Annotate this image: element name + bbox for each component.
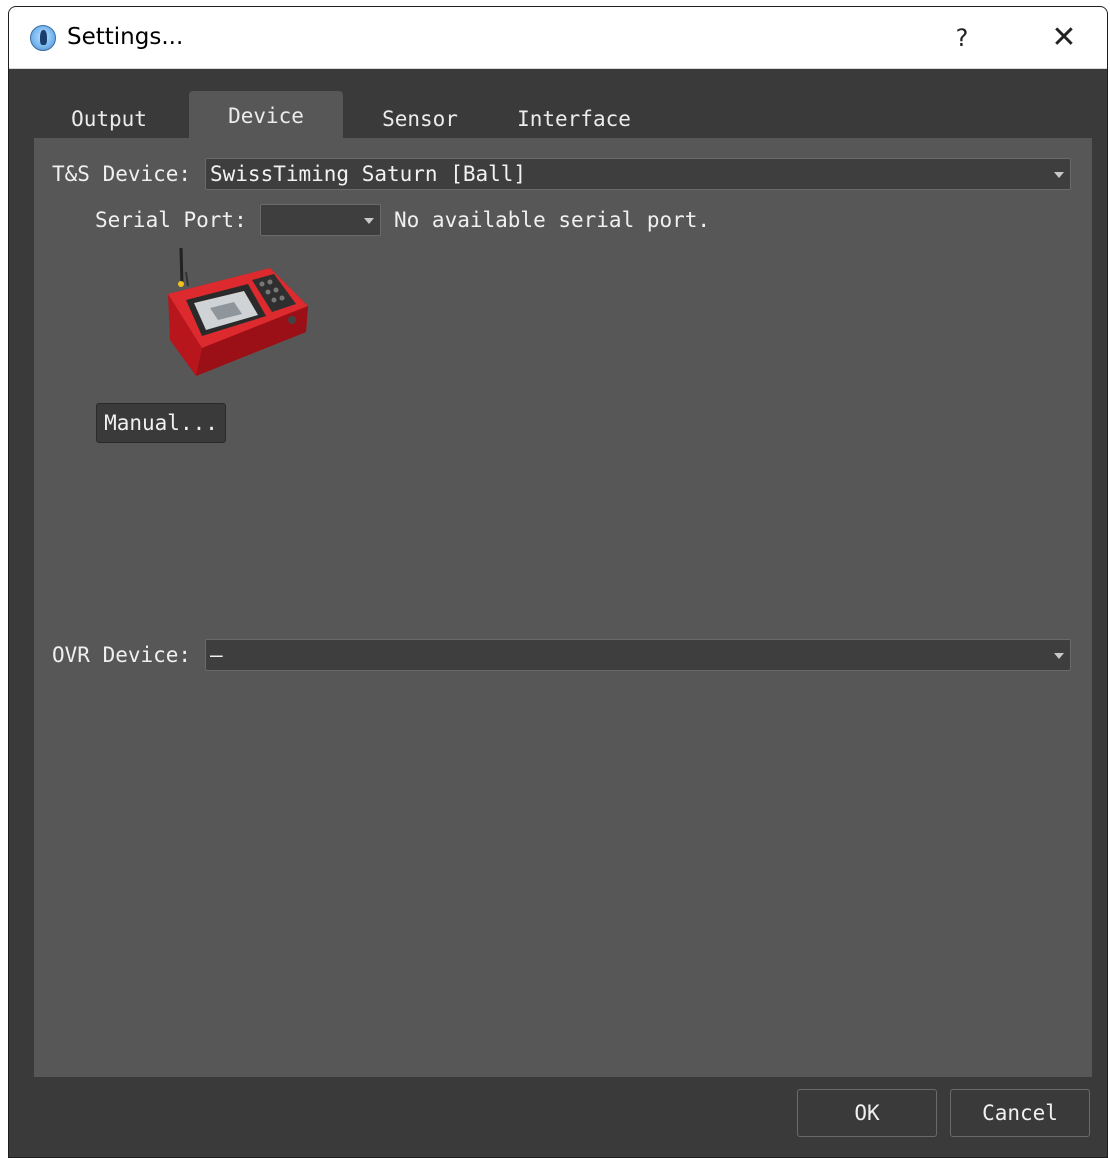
close-button[interactable]: ✕: [1039, 19, 1089, 57]
help-button[interactable]: ?: [937, 19, 987, 57]
tab-output[interactable]: Output: [33, 99, 185, 139]
timing-device-image: [168, 247, 308, 376]
ovr-device-label: OVR Device:: [52, 643, 192, 667]
device-tab-panel: T&S Device: SwissTiming Saturn [Ball] Se…: [34, 138, 1092, 1077]
ovr-device-combo[interactable]: –: [205, 639, 1071, 671]
tab-device[interactable]: Device: [189, 91, 343, 139]
chevron-down-icon: [1054, 653, 1064, 659]
ovr-device-value: –: [210, 643, 223, 667]
app-icon: [30, 25, 56, 51]
tab-sensor[interactable]: Sensor: [345, 99, 495, 139]
chevron-down-icon: [1054, 172, 1064, 178]
manual-button[interactable]: Manual...: [96, 403, 226, 443]
ts-device-label: T&S Device:: [52, 162, 192, 186]
cancel-button[interactable]: Cancel: [950, 1089, 1090, 1137]
tab-interface[interactable]: Interface: [499, 99, 649, 139]
serial-port-combo[interactable]: [260, 204, 381, 236]
serial-port-label: Serial Port:: [95, 208, 247, 232]
title-bar: Settings... ? ✕: [9, 7, 1107, 69]
serial-port-status: No available serial port.: [394, 208, 711, 232]
settings-dialog: Settings... ? ✕ Output Device Sensor Int…: [8, 6, 1108, 1158]
window-title: Settings...: [67, 24, 184, 50]
ts-device-value: SwissTiming Saturn [Ball]: [210, 162, 527, 186]
ok-button[interactable]: OK: [797, 1089, 937, 1137]
chevron-down-icon: [364, 218, 374, 224]
ts-device-combo[interactable]: SwissTiming Saturn [Ball]: [205, 158, 1071, 190]
